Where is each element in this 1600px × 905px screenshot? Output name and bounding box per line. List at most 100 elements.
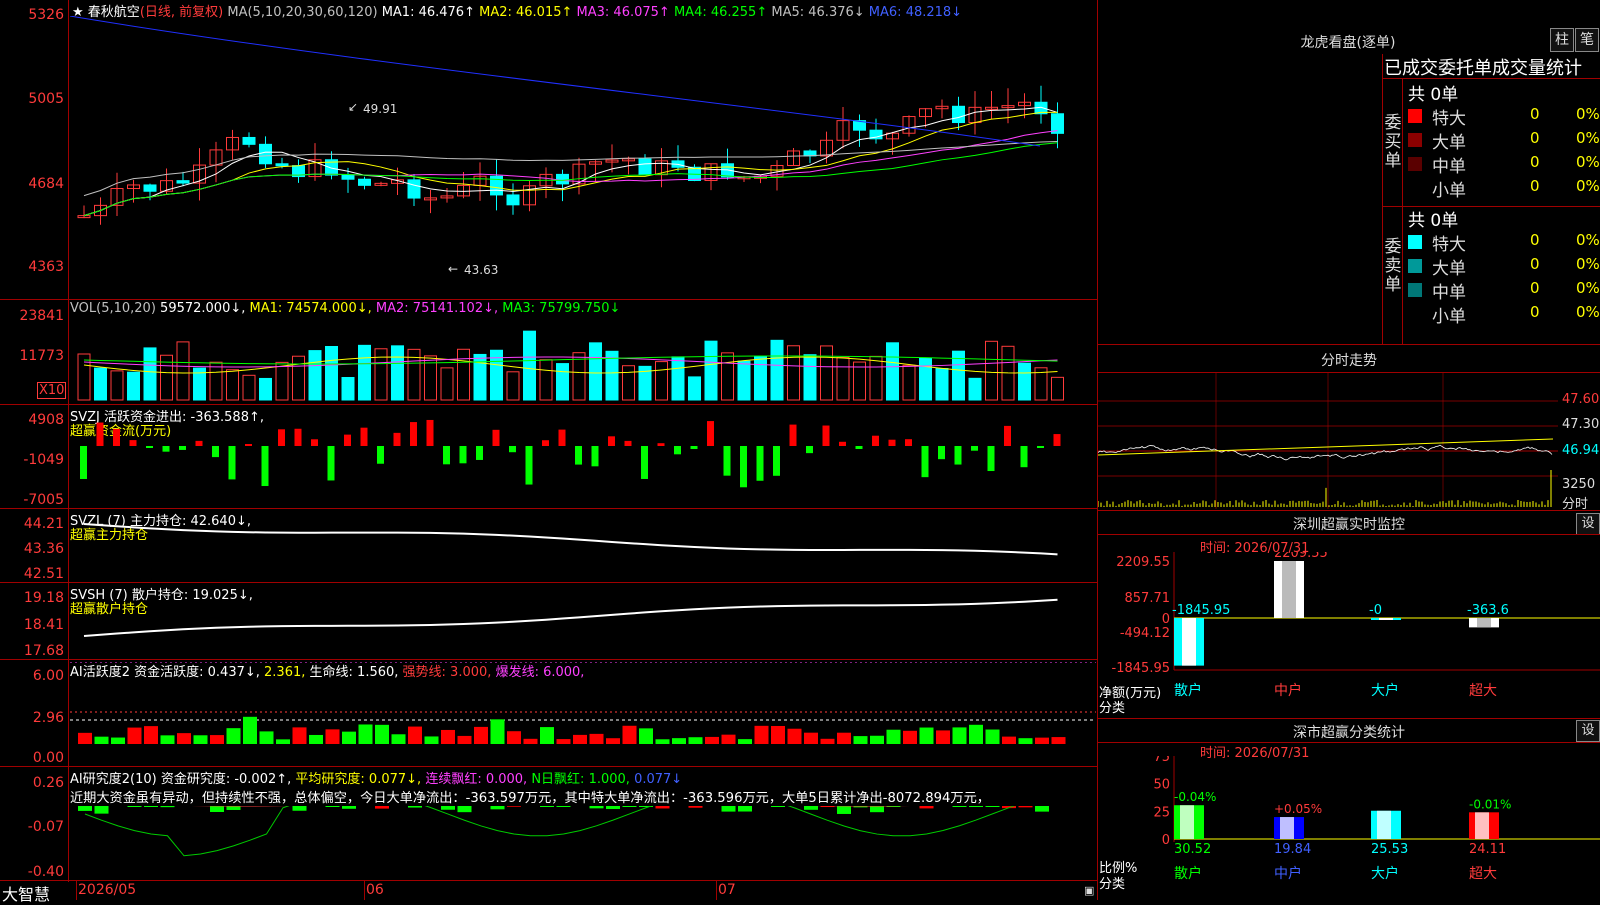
activity-bar [226,728,241,744]
main-y-label: 5005 [28,91,64,107]
lhb-title: 龙虎看盘(逐单) [1300,35,1396,51]
ai2-plot[interactable] [70,806,1096,880]
sell-total: 共 0单 [1408,211,1459,231]
research-bar [804,806,818,810]
volume-bar [308,350,322,401]
research-bar [985,806,1000,807]
flow-bar [723,446,731,476]
ma6-line [70,16,1041,147]
volume-bar [539,359,553,401]
x-tick [76,880,77,900]
volume-plot[interactable] [70,310,1096,402]
activity-bar [886,729,901,744]
monitor-settings-button[interactable]: 设 [1576,513,1600,535]
volume-bar [358,344,371,401]
activity-bar [1035,737,1049,744]
ma1-line [83,106,1058,217]
volume-bar [1018,362,1031,401]
divider-main [0,299,1098,300]
activity-bar [441,729,455,744]
color-swatch [1408,259,1422,273]
ma3-line [83,130,1058,217]
activity-bar [639,728,653,744]
research-bar [622,806,637,807]
volume-bar [259,377,272,401]
activity-bar [391,734,406,744]
flow-bar [921,446,929,478]
lhb-side-divider [1402,78,1403,344]
ai1-y-label: 2.96 [32,710,64,726]
svsh-plot[interactable] [70,586,1096,658]
activity-bar [903,730,917,744]
fenshi-vol-label: 3250 [1562,477,1596,492]
net-value-label: 2209.55 [1274,552,1328,561]
chart-area[interactable]: ★ 春秋航空(日线, 前复权) MA(5,10,20,30,60,120) MA… [0,0,1098,904]
volume-bar [836,356,850,401]
activity-bar [556,739,571,744]
volume-bar [440,367,454,401]
volume-bar [556,363,569,401]
flow-bar [179,446,186,450]
activity-bar [705,736,719,744]
activity-bar [523,738,538,744]
color-swatch [1408,109,1422,123]
research-bar [655,806,670,809]
ai2-comment: 近期大资金虽有异动，但持续性不强，总体偏空，今日大单净流出：-363.597万元… [70,791,990,806]
research-bar [490,806,505,810]
net-bar-shine [1182,618,1196,666]
stats-chart[interactable]: 75 50 25 0 -0.04% 30.52 散户 +0.05% 19.84 中户 25.53 大户… [1098,756,1600,900]
volume-bar [820,345,833,401]
flow-bar [443,446,450,465]
volume-bar [242,374,256,401]
volume-bar [275,361,289,401]
flow-bar [987,446,995,472]
stats-settings-button[interactable]: 设 [1576,720,1600,742]
high-arrow-icon: ↙ [348,100,359,114]
flow-bar [707,421,714,446]
volume-bar [391,345,404,401]
sell-row-m: 中单 0 0% [1406,278,1600,303]
monitor-axis-sub: 分类 [1099,701,1126,716]
bar-view-button[interactable]: 柱 [1550,28,1574,52]
research-bar [837,806,851,814]
flow-bar [410,422,417,446]
x-month-label: 2026/05 [78,882,137,898]
candle-body [358,178,371,186]
monitor-chart[interactable]: 2209.55857.710-494.12-1845.95-1845.95散户2… [1098,552,1600,720]
activity-bar [474,726,488,744]
tick-view-button[interactable]: 笔 [1575,28,1599,52]
activity-bar [507,731,521,744]
activity-bar [853,736,868,744]
research-bar [952,806,967,807]
ai2-nday-red: N日飘红: 1.000, [531,772,630,787]
activity-bar [540,727,554,744]
volume-bar [671,356,685,401]
monitor-bottom-line [1098,718,1600,719]
category-label: 大户 [1371,865,1399,882]
intraday-chart[interactable] [1098,373,1558,509]
candlestick-plot[interactable] [70,16,1096,296]
divider-ai2 [0,880,1098,881]
intraday-avg-line [1098,438,1554,456]
ai1-plot[interactable] [70,662,1096,764]
volume-bar [94,367,107,401]
volume-bar [869,355,883,401]
lhb-bottom-line [1098,344,1600,345]
activity-bar [804,732,818,744]
volume-bar [292,355,305,401]
main-y-label: 4363 [28,259,64,275]
flow-bar [228,446,236,480]
lock-icon[interactable]: ▣ [1084,884,1094,897]
svzl-plot[interactable] [70,510,1096,580]
candle-body [259,143,272,165]
activity-bar [870,735,884,744]
candle-body [143,184,157,192]
svzj-plot[interactable] [70,406,1096,506]
activity-bar [408,726,422,744]
volume-bar [374,348,388,401]
volume-bar [1051,376,1064,401]
divider-vol [0,404,1098,405]
buy-total: 共 0单 [1408,85,1459,105]
research-bar [144,806,158,807]
stats-title: 深市超赢分类统计 [1293,725,1405,741]
